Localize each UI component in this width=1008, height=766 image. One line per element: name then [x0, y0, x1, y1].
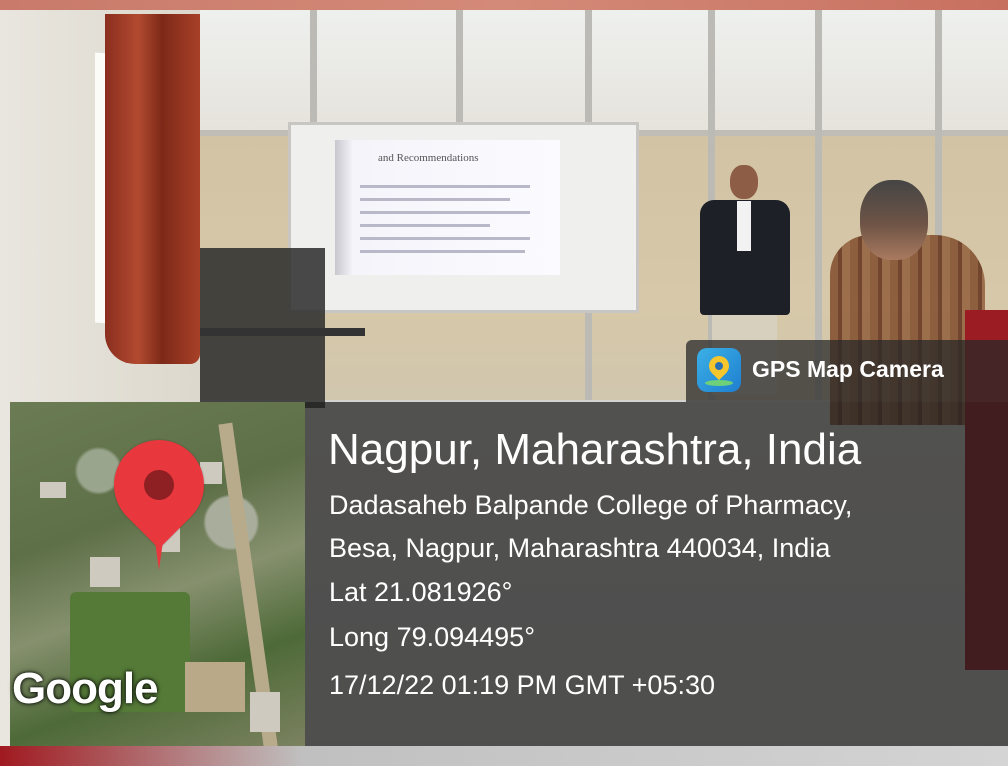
location-title: Nagpur, Maharashtra, India — [328, 425, 862, 474]
window-frame — [310, 10, 317, 130]
desk — [200, 328, 365, 336]
curtain — [105, 14, 200, 364]
google-logo: Google — [12, 664, 159, 713]
slide-title: and Recommendations — [378, 152, 479, 164]
address-line-1: Dadasaheb Balpande College of Pharmacy, — [329, 490, 853, 520]
gps-map-camera-icon — [697, 348, 741, 392]
slide-text-line — [360, 211, 530, 214]
slide-text-line — [360, 250, 525, 253]
bottom-edge — [0, 746, 1008, 766]
slide-text-line — [360, 237, 530, 240]
slide-text-line — [360, 198, 510, 201]
slide-text-line — [360, 224, 490, 227]
top-edge — [0, 0, 1008, 10]
timestamp: 17/12/22 01:19 PM GMT +05:30 — [329, 670, 716, 700]
slide-text-line — [360, 185, 530, 188]
window-frame — [456, 10, 463, 130]
latitude: Lat 21.081926° — [329, 577, 513, 607]
longitude: Long 79.094495° — [329, 622, 535, 652]
address-line-2: Besa, Nagpur, Maharashtra 440034, India — [329, 533, 831, 563]
gps-app-label: GPS Map Camera — [752, 356, 944, 382]
marker-center — [144, 470, 174, 500]
